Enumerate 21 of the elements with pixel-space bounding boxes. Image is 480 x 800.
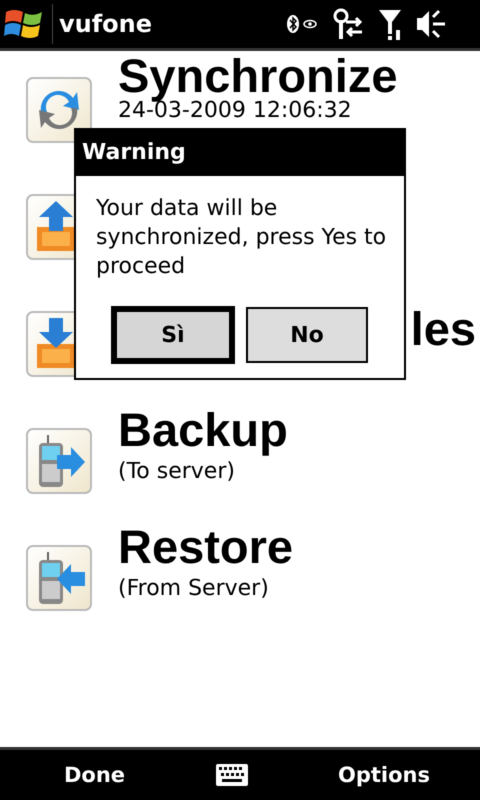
sync-icon[interactable] — [26, 77, 92, 143]
keyboard-icon[interactable] — [216, 764, 248, 786]
item-subtitle: (From Server) — [118, 575, 269, 603]
app-title: vufone — [59, 10, 152, 38]
dialog-title: Warning — [76, 130, 404, 176]
dialog-button[interactable]: No — [246, 307, 368, 363]
bluetooth-icon[interactable] — [286, 14, 318, 34]
item-title[interactable]: Restore — [118, 521, 294, 573]
restore-icon[interactable] — [26, 545, 92, 611]
dialog-button[interactable]: Sì — [112, 307, 234, 363]
options-softkey[interactable]: Options — [338, 763, 430, 787]
speaker-icon[interactable] — [416, 9, 446, 39]
done-softkey[interactable]: Done — [64, 763, 126, 787]
item-subtitle: (To server) — [118, 458, 235, 486]
dialog-message: Your data will be synchronized, press Yes to proceed — [95, 195, 388, 281]
item-title[interactable]: les — [410, 303, 476, 355]
backup-icon[interactable] — [26, 428, 92, 494]
signal-icon[interactable] — [378, 8, 402, 40]
antenna-transfer-icon[interactable] — [332, 8, 364, 40]
item-title[interactable]: Backup — [118, 404, 288, 456]
item-subtitle: 24-03-2009 12:06:32 — [118, 99, 352, 123]
